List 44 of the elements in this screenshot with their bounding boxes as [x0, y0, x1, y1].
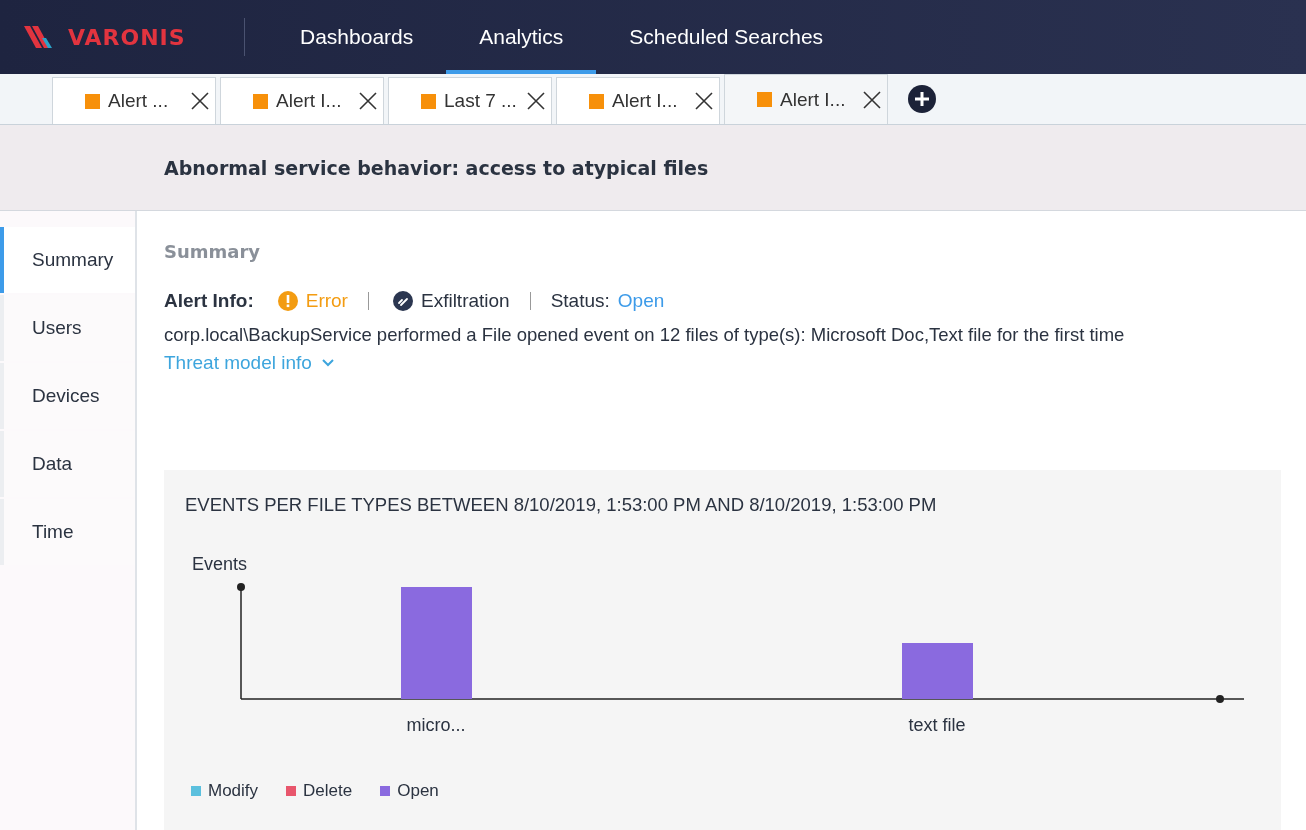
chevron-down-icon: [321, 359, 334, 367]
legend-label: Open: [397, 781, 439, 801]
close-icon[interactable]: [358, 91, 378, 111]
document-tab[interactable]: Alert I...: [556, 77, 720, 124]
sidebar-item[interactable]: Summary: [0, 227, 135, 293]
tab-status-icon: [253, 93, 268, 109]
close-icon[interactable]: [190, 91, 210, 111]
close-icon[interactable]: [862, 89, 882, 110]
category-label: text file: [908, 715, 966, 736]
alert-description: corp.local\BackupService performed a File opened event on 12 files of type(s): Microsoft Doc,Text file for the first time: [164, 324, 1126, 346]
close-icon[interactable]: [526, 91, 546, 111]
link-icon: [392, 291, 413, 311]
logo-text: VARONIS: [68, 24, 186, 50]
tab-label: Alert I...: [780, 88, 847, 111]
legend-label: Modify: [208, 781, 259, 801]
close-icon[interactable]: [694, 91, 714, 111]
status-text: Open: [617, 290, 665, 312]
alert-info-label: Alert Info:: [164, 290, 254, 312]
category-text: Exfiltration: [420, 290, 510, 312]
section-heading: Summary: [164, 241, 262, 262]
tab-status-icon: [421, 93, 436, 109]
legend-label: Delete: [303, 781, 353, 801]
add-tab-icon[interactable]: [908, 85, 936, 113]
document-tab[interactable]: Alert ...: [52, 77, 216, 124]
document-tab[interactable]: Alert I...: [724, 74, 888, 124]
chart-title: EVENTS PER FILE TYPES BETWEEN 8/10/2019, 1:53:00 PM AND 8/10/2019, 1:53:00 PM: [185, 494, 938, 516]
axis-label: Events: [192, 554, 249, 575]
category-label: micro...: [406, 715, 466, 736]
page-title: Abnormal service behavior: access to atypical files: [164, 156, 709, 179]
nav-tab[interactable]: Scheduled Searches: [596, 0, 857, 74]
document-tab[interactable]: Alert I...: [220, 77, 384, 124]
tab-status-icon: [757, 92, 772, 107]
tab-label: Alert ...: [108, 90, 170, 112]
tab-label: Alert I...: [276, 90, 343, 112]
tab-label: Last 7 ...: [444, 90, 518, 112]
tab-status-icon: [589, 93, 604, 109]
warning-icon: [277, 291, 298, 311]
tab-label: Alert I...: [612, 90, 679, 112]
document-tab[interactable]: Last 7 ...: [388, 77, 552, 124]
severity-text: Error: [305, 290, 348, 312]
nav-tab[interactable]: Dashboards: [267, 0, 447, 74]
status-label: Status:: [550, 290, 610, 312]
tab-status-icon: [85, 93, 100, 109]
bar: [902, 643, 973, 699]
